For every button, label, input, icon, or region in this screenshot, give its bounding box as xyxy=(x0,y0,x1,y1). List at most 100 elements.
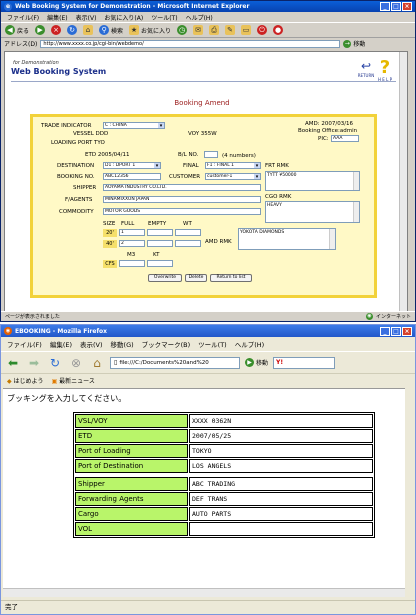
history-icon[interactable]: ◷ xyxy=(177,25,188,35)
table-separator xyxy=(75,474,373,476)
empty-20-input[interactable] xyxy=(147,229,173,236)
ff-reload-icon[interactable]: ↻ xyxy=(47,356,63,370)
return-button[interactable]: ↩ RETURN xyxy=(355,59,377,78)
ff-menu-tools[interactable]: ツール(T) xyxy=(198,339,227,349)
ie-menubar: ファイル(F) 編集(E) 表示(V) お気に入り(A) ツール(T) ヘルプ(… xyxy=(1,12,415,22)
menu-view[interactable]: 表示(V) xyxy=(76,13,97,22)
ie-window: e Web Booking System for Demonstration -… xyxy=(0,0,416,322)
go-button[interactable]: → 移動 xyxy=(343,39,365,48)
maximize-button[interactable]: □ xyxy=(391,2,401,11)
power-icon[interactable]: ⏻ xyxy=(257,25,268,35)
folder-icon[interactable]: ▭ xyxy=(241,25,252,35)
ff-menu-go[interactable]: 移動(G) xyxy=(111,339,134,349)
frt-rmk-textarea[interactable]: TYTT ¥50000 xyxy=(265,171,360,191)
ff-forward-icon[interactable]: ➡ xyxy=(26,356,42,370)
final-select[interactable]: F1 : FINAL 1 xyxy=(205,162,261,169)
menu-help[interactable]: ヘルプ(H) xyxy=(186,13,213,22)
ff-menu-help[interactable]: ヘルプ(H) xyxy=(235,339,264,349)
ff-menu-file[interactable]: ファイル(F) xyxy=(7,339,42,349)
pic-input[interactable]: AAA xyxy=(331,135,359,142)
ff-go-button[interactable]: ▶ 移動 xyxy=(245,358,268,367)
minimize-button[interactable]: _ xyxy=(380,2,390,11)
ff-url-text: file:///C:/Documents%20and%20 xyxy=(119,359,209,366)
edit-icon[interactable]: ✎ xyxy=(225,25,236,35)
return-to-list-button[interactable]: Return to list xyxy=(210,274,252,282)
row-key: Port of Loading xyxy=(75,444,188,458)
ie-address-bar: アドレス(D) http://www.xxxx.co.jp/cgi-bin/we… xyxy=(1,38,415,49)
ff-menu-edit[interactable]: 編集(E) xyxy=(50,339,72,349)
ff-titlebar: ◉ EBOOKING - Mozilla Firefox _ □ × xyxy=(1,325,415,337)
table-row: Forwarding Agents DEF TRANS xyxy=(75,492,373,506)
menu-tools[interactable]: ツール(T) xyxy=(151,13,177,22)
delete-button[interactable]: Delete xyxy=(185,274,207,282)
address-input[interactable]: http://www.xxxx.co.jp/cgi-bin/webdemo/ xyxy=(40,39,341,48)
row-key: VSL/VOY xyxy=(75,414,188,428)
bl-no-input[interactable] xyxy=(204,151,218,158)
ff-maximize-button[interactable]: □ xyxy=(391,326,401,336)
row-key: Port of Destination xyxy=(75,459,188,473)
ff-menu-bookmarks[interactable]: ブックマーク(B) xyxy=(142,339,191,349)
bookmark-page-icon: ◆ xyxy=(7,377,12,385)
commodity-input[interactable]: MOTOR GOODS xyxy=(103,208,261,215)
bookmark-getting-started[interactable]: ◆ はじめよう xyxy=(7,376,44,385)
ff-back-icon[interactable]: ⬅ xyxy=(5,356,21,370)
ff-menubar: ファイル(F) 編集(E) 表示(V) 移動(G) ブックマーク(B) ツール(… xyxy=(1,337,415,351)
print-icon[interactable]: ⎙ xyxy=(209,25,220,35)
row-value: LOS ANGELS xyxy=(189,459,373,473)
table-row: Port of Loading TOKYO xyxy=(75,444,373,458)
empty-40-input[interactable] xyxy=(147,240,173,247)
fagents-input[interactable]: MINAMIXXUN JAPAN xyxy=(103,196,261,203)
ff-home-icon[interactable]: ⌂ xyxy=(89,356,105,370)
shipper-label: SHIPPER xyxy=(73,185,97,191)
menu-file[interactable]: ファイル(F) xyxy=(7,13,39,22)
record-icon[interactable]: ● xyxy=(273,25,284,35)
full-20-input[interactable]: 1 xyxy=(119,229,145,236)
favorites-button[interactable]: ★ お気に入り xyxy=(129,25,171,35)
internet-zone-icon: ◉ xyxy=(365,313,373,320)
close-button[interactable]: × xyxy=(402,2,412,11)
booking-no-input[interactable]: ABC12356 xyxy=(103,173,161,180)
back-button[interactable]: ◀ 戻る xyxy=(5,25,29,35)
overwrite-button[interactable]: Overwrite xyxy=(148,274,182,282)
ie-status-text: ページが表示されました xyxy=(5,314,60,320)
help-button[interactable]: ? H E L P xyxy=(375,57,395,83)
ff-close-button[interactable]: × xyxy=(402,326,412,336)
ff-url-bar[interactable]: ▯ file:///C:/Documents%20and%20 xyxy=(110,356,240,369)
ff-menu-view[interactable]: 表示(V) xyxy=(80,339,103,349)
stop-icon[interactable]: × xyxy=(51,25,62,35)
trade-indicator-select[interactable]: C : CHINA xyxy=(103,122,165,129)
shipper-input[interactable]: AOYAMA INDUSTRY CO.LTD. xyxy=(103,184,261,191)
home-icon[interactable]: ⌂ xyxy=(83,25,94,35)
destination-select[interactable]: D1 : DPORT 1 xyxy=(103,162,161,169)
wt-40-input[interactable] xyxy=(175,240,201,247)
bookmark-latest-news[interactable]: ▣ 最新ニュース xyxy=(52,376,95,385)
frt-rmk-label: FRT RMK xyxy=(265,163,289,169)
ff-stop-icon[interactable]: ⊗ xyxy=(68,356,84,370)
ff-search-box[interactable] xyxy=(273,356,336,369)
full-40-input[interactable]: 2 xyxy=(119,240,145,247)
help-question-icon: ? xyxy=(379,57,391,78)
size-40-label: 40' xyxy=(103,240,117,248)
menu-edit[interactable]: 編集(E) xyxy=(47,13,67,22)
cfs-kt-input[interactable] xyxy=(147,260,173,267)
table-row: Shipper ABC TRADING xyxy=(75,477,373,491)
cgo-rmk-label: CGO RMK xyxy=(265,194,292,200)
menu-favorites[interactable]: お気に入り(A) xyxy=(104,13,143,22)
ff-horizontal-scrollbar[interactable] xyxy=(3,588,405,597)
row-value: TOKYO xyxy=(189,444,373,458)
wt-20-input[interactable] xyxy=(175,229,201,236)
search-button[interactable]: ⚲ 検索 xyxy=(99,25,123,35)
refresh-icon[interactable]: ↻ xyxy=(67,25,78,35)
ie-logo-icon: e xyxy=(4,2,12,11)
ff-minimize-button[interactable]: _ xyxy=(380,326,390,336)
mail-icon[interactable]: ✉ xyxy=(193,25,204,35)
table-row: VOL xyxy=(75,522,373,536)
address-label: アドレス(D) xyxy=(4,41,38,48)
cfs-m3-input[interactable] xyxy=(119,260,145,267)
customer-select[interactable]: customer-1 xyxy=(205,173,261,180)
bl-no-label: B/L NO. xyxy=(178,152,199,158)
cgo-rmk-textarea[interactable]: HEAVY xyxy=(265,201,360,223)
amd-rmk-textarea[interactable]: YOKOTA DIAMONDS xyxy=(238,228,336,250)
ie-vertical-scrollbar[interactable] xyxy=(399,52,407,311)
forward-arrow-icon[interactable]: ▶ xyxy=(35,25,46,35)
